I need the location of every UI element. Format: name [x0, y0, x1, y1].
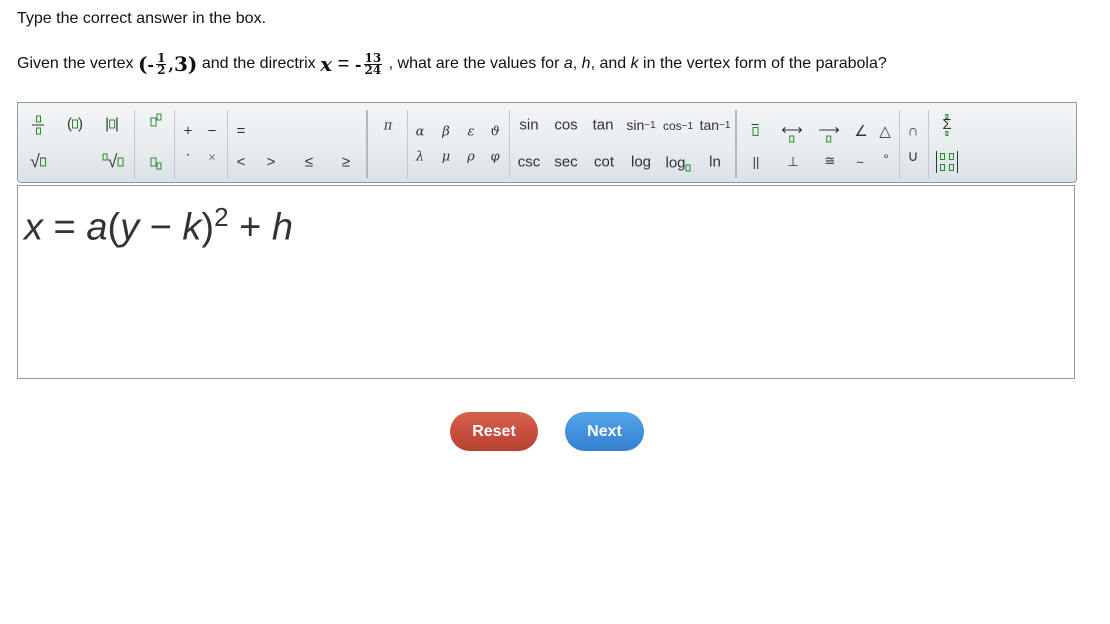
question-text: Given the vertex: [17, 55, 138, 72]
pi-button[interactable]: π: [384, 119, 393, 134]
sep: ,: [572, 55, 582, 72]
mu-button[interactable]: μ: [442, 150, 450, 165]
greater-than-button[interactable]: >: [267, 154, 276, 171]
perpendicular-button[interactable]: ⊥: [787, 154, 798, 170]
term: x: [24, 206, 43, 249]
sqrt-button[interactable]: √: [30, 152, 46, 173]
sigma-icon: Σ: [942, 116, 952, 133]
ray-button[interactable]: ⟶: [818, 121, 840, 143]
term: h: [271, 206, 293, 249]
vertex-x-fraction: 12: [156, 52, 167, 77]
matrix-button[interactable]: [936, 151, 958, 173]
csc-button[interactable]: csc: [518, 154, 541, 171]
segment-bar-button[interactable]: [751, 124, 759, 136]
exp: −1: [644, 119, 656, 131]
lambda-button[interactable]: λ: [416, 150, 424, 165]
vertex-y: 3: [174, 52, 188, 76]
union-button[interactable]: ∪: [908, 147, 919, 165]
intersection-button[interactable]: ∩: [908, 123, 919, 140]
sec-button[interactable]: sec: [554, 154, 577, 171]
denominator: 24: [364, 62, 382, 77]
sep: , and: [590, 55, 631, 72]
angle-button[interactable]: ∠: [854, 122, 867, 140]
question-text: , what are the values for: [384, 55, 564, 72]
arccos-button[interactable]: cos −1: [663, 119, 693, 133]
var-k: k: [630, 55, 639, 72]
math-toolbar: () | | √ √ + − · × = < > ≤ ≥ π α β ε ϑ λ …: [17, 102, 1077, 183]
times-button[interactable]: ×: [208, 150, 216, 165]
parentheses-button[interactable]: (): [67, 116, 83, 133]
sign: -: [147, 54, 155, 74]
theta-button[interactable]: ϑ: [490, 125, 499, 140]
log-base-button[interactable]: log: [665, 154, 691, 172]
term: a: [86, 206, 108, 249]
paren: ): [187, 52, 198, 76]
var-a: a: [563, 55, 573, 72]
term: y: [120, 206, 140, 249]
plus-button[interactable]: +: [184, 123, 193, 140]
var-h: h: [581, 55, 591, 72]
triangle-button[interactable]: △: [879, 122, 891, 140]
line-arrow-icon: ⟷: [781, 121, 803, 139]
arcsin-button[interactable]: sin −1: [626, 117, 655, 133]
summation-button[interactable]: Σ: [942, 114, 952, 136]
similar-button[interactable]: ~: [856, 155, 864, 170]
label: log: [665, 154, 686, 172]
equals-button[interactable]: =: [237, 123, 246, 140]
denominator: 2: [157, 62, 166, 77]
arctan-button[interactable]: tan −1: [700, 117, 731, 133]
phi-button[interactable]: φ: [490, 150, 499, 165]
tan-button[interactable]: tan: [593, 117, 614, 134]
less-than-button[interactable]: <: [237, 154, 246, 171]
congruent-button[interactable]: ≅: [825, 153, 836, 169]
ray-arrow-icon: ⟶: [818, 121, 840, 139]
minus-button[interactable]: −: [208, 123, 217, 140]
greater-equal-button[interactable]: ≥: [342, 154, 350, 171]
question-text: and the directrix: [197, 55, 321, 72]
equals: =: [332, 52, 355, 75]
dot-button[interactable]: ·: [186, 146, 191, 163]
rho-button[interactable]: ρ: [467, 150, 475, 165]
answer-input[interactable]: x = a(y − k)2 + h: [17, 185, 1075, 379]
question-text: in the vertex form of the parabola?: [638, 55, 887, 72]
op: −: [139, 206, 183, 249]
less-equal-button[interactable]: ≤: [305, 154, 313, 171]
label: sin: [626, 117, 645, 133]
exp: −1: [719, 119, 731, 131]
paren: ): [201, 206, 215, 249]
sin-button[interactable]: sin: [519, 117, 538, 134]
nth-root-button[interactable]: √: [102, 152, 124, 173]
cot-button[interactable]: cot: [594, 154, 614, 171]
paren: (: [107, 206, 121, 249]
op: +: [228, 206, 272, 249]
alpha-button[interactable]: α: [416, 125, 425, 140]
beta-button[interactable]: β: [442, 125, 450, 140]
superscript-button[interactable]: [150, 113, 162, 131]
exp: −1: [681, 120, 694, 132]
directrix-fraction: 13 24: [363, 52, 383, 77]
next-button[interactable]: Next: [565, 412, 644, 451]
question: Given the vertex (-1 2, 3) and the directr…: [17, 52, 887, 77]
degree-button[interactable]: °: [883, 152, 888, 167]
sign: -: [354, 54, 362, 74]
epsilon-button[interactable]: ε: [468, 125, 475, 140]
exponent: 2: [214, 202, 229, 232]
cos-button[interactable]: cos: [554, 117, 577, 134]
op: =: [43, 206, 87, 249]
parallel-button[interactable]: ||: [753, 155, 760, 170]
term: k: [182, 206, 202, 249]
reset-button[interactable]: Reset: [450, 412, 538, 451]
directrix-var: x: [320, 52, 333, 76]
fraction-button[interactable]: [32, 115, 44, 135]
label: cos: [662, 119, 682, 133]
line-button[interactable]: ⟷: [781, 121, 803, 143]
instruction: Type the correct answer in the box.: [17, 10, 267, 27]
log-button[interactable]: log: [631, 154, 651, 171]
ln-button[interactable]: ln: [709, 154, 721, 171]
label: tan: [699, 117, 720, 133]
absolute-value-button[interactable]: | |: [105, 116, 119, 133]
paren: (: [137, 52, 148, 76]
answer-expression: x = a(y − k)2 + h: [24, 202, 293, 250]
subscript-button[interactable]: [150, 155, 162, 170]
